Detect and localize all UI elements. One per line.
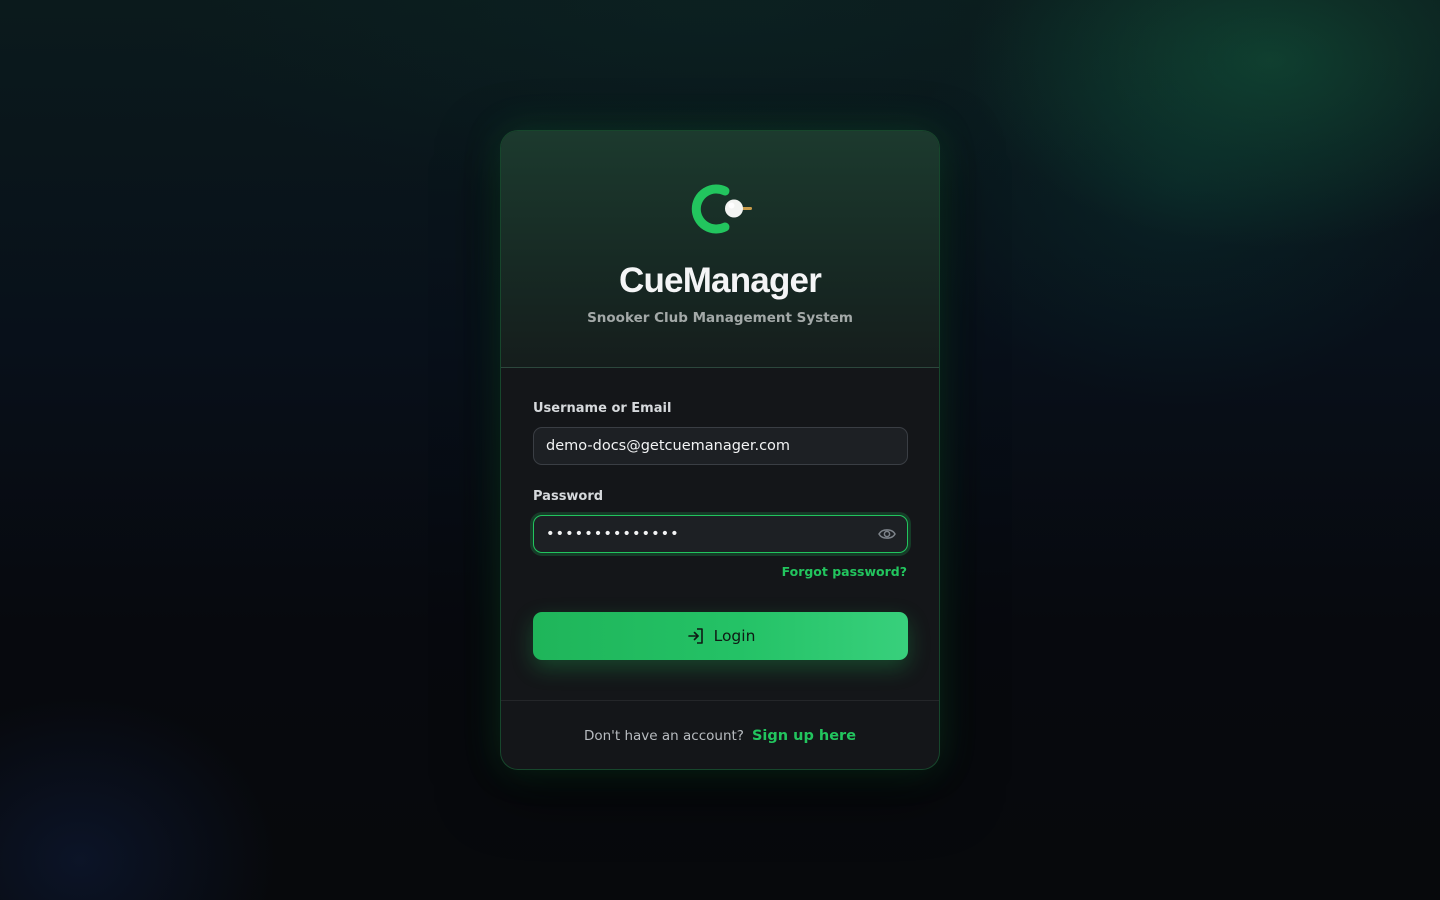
signup-link[interactable]: Sign up here xyxy=(752,728,856,744)
login-button-label: Login xyxy=(713,627,756,645)
cue-c-logo-icon xyxy=(689,181,755,237)
login-button[interactable]: Login xyxy=(533,612,908,660)
username-label: Username or Email xyxy=(533,401,672,416)
app-subtitle: Snooker Club Management System xyxy=(587,310,853,326)
card-footer: Don't have an account? Sign up here xyxy=(501,700,939,769)
signup-prompt: Don't have an account? xyxy=(583,728,744,744)
password-input[interactable] xyxy=(533,515,908,553)
forgot-password-link[interactable]: Forgot password? xyxy=(782,564,907,579)
username-input[interactable] xyxy=(533,427,908,465)
login-card: CueManager Snooker Club Management Syste… xyxy=(500,130,940,770)
app-title: CueManager xyxy=(618,261,822,300)
eye-icon[interactable] xyxy=(875,524,899,544)
card-header: CueManager Snooker Club Management Syste… xyxy=(501,131,939,368)
sign-in-icon xyxy=(686,626,706,646)
password-label: Password xyxy=(533,489,604,504)
